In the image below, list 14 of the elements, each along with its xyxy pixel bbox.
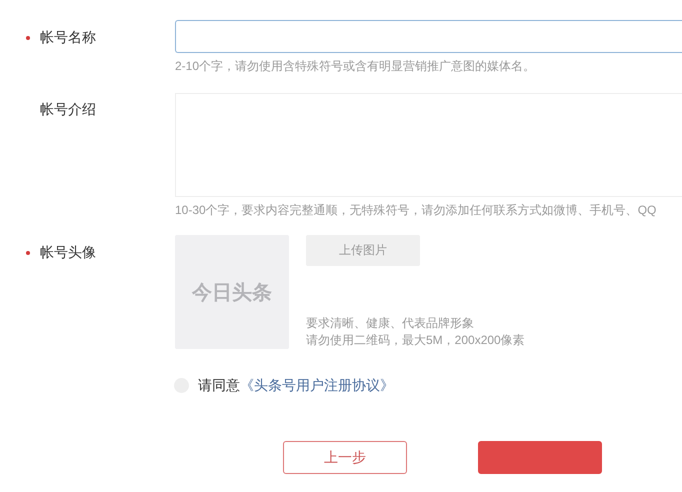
agreement-link[interactable]: 《头条号用户注册协议》 (240, 375, 394, 395)
next-button[interactable] (478, 441, 602, 474)
upload-button[interactable]: 上传图片 (306, 235, 420, 266)
field-label: 帐号头像 (40, 244, 96, 262)
field-label: 帐号介绍 (40, 101, 96, 119)
field-label: 帐号名称 (40, 29, 96, 47)
back-button[interactable]: 上一步 (283, 441, 407, 474)
agreement-text: 请同意 (198, 376, 240, 395)
placeholder-text: 今日头条 (192, 280, 272, 306)
hint-text: 2-10个字，请勿使用含特殊符号或含有明显营销推广意图的媒体名。 (175, 59, 536, 73)
input-field[interactable] (175, 20, 682, 53)
hint-text: 请勿使用二维码，最大5M，200x200像素 (306, 332, 525, 349)
hint-text: 10-30个字，要求内容完整通顺，无特殊符号，请勿添加任何联系方式如微博、手机号、QQ (175, 203, 658, 217)
hint-text: 要求清晰、健康、代表品牌形象 (306, 315, 475, 332)
